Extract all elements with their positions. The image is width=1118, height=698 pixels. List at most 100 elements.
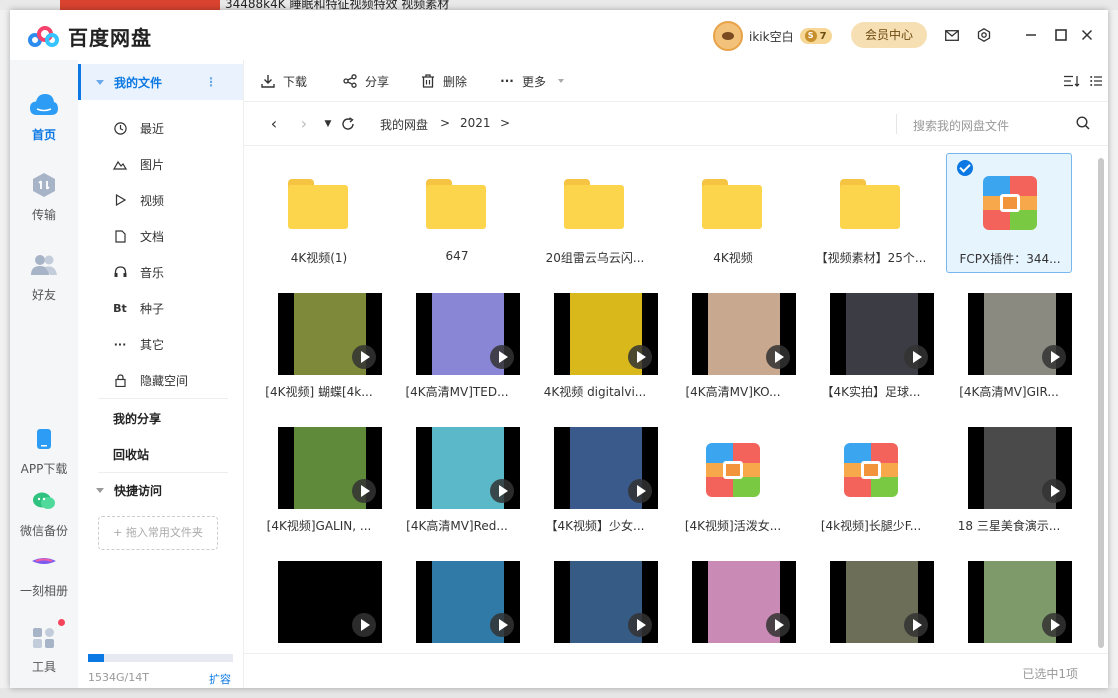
file-item[interactable]: [4K高清MV]Red... — [394, 421, 520, 541]
delete-button[interactable]: 删除 — [420, 60, 467, 102]
file-item[interactable]: 超级电视风光演... — [532, 555, 658, 653]
search-icon[interactable] — [1076, 116, 1092, 132]
file-item[interactable]: 【视频素材】25个... — [808, 153, 934, 273]
play-icon[interactable] — [628, 345, 652, 369]
file-item[interactable]: [4k视频]长腿少F... — [808, 421, 934, 541]
file-item[interactable]: 色彩视觉冲击... — [670, 555, 796, 653]
sidebar-item-documents[interactable]: 文档 — [113, 218, 243, 254]
nav-friends[interactable]: 好友 — [10, 250, 78, 303]
play-icon[interactable] — [352, 613, 376, 637]
nav-album[interactable]: 一刻相册 — [10, 546, 78, 599]
search-box[interactable]: 搜索我的网盘文件 — [896, 114, 1102, 134]
file-item[interactable]: LG 4K HDR 演示... — [808, 555, 934, 653]
play-icon[interactable] — [352, 479, 376, 503]
sidebar-item-videos[interactable]: 视频 — [113, 182, 243, 218]
forward-arrow-icon[interactable]: › — [296, 114, 312, 134]
file-item[interactable]: 【4K视频】少女... — [532, 421, 658, 541]
expand-storage-link[interactable]: 扩容 — [209, 671, 231, 687]
file-item[interactable]: [4K视频] 蝴蝶[4k... — [256, 287, 382, 407]
sidebar-my-share[interactable]: 我的分享 — [113, 410, 161, 427]
play-icon[interactable] — [1042, 613, 1066, 637]
file-name: 4K视频 — [713, 251, 753, 265]
sort-button[interactable] — [1064, 60, 1087, 102]
nav-app-download[interactable]: APP下载 — [10, 424, 78, 477]
file-item[interactable]: [4K高清MV]TED... — [394, 287, 520, 407]
back-arrow-icon[interactable]: ‹ — [266, 114, 282, 134]
nav-transfer[interactable]: 传输 — [10, 170, 78, 223]
file-name: [4K高清MV]KO... — [685, 385, 781, 399]
sidebar-item-hidden-space[interactable]: 隐藏空间 — [113, 362, 243, 398]
file-item[interactable]: [4K视频]GALIN, ... — [256, 421, 382, 541]
play-icon[interactable] — [766, 613, 790, 637]
collapse-arrow-icon[interactable] — [96, 79, 104, 85]
play-icon[interactable] — [490, 345, 514, 369]
play-icon[interactable] — [1042, 479, 1066, 503]
history-dropdown-icon[interactable]: ▼ — [320, 114, 336, 134]
search-input[interactable]: 搜索我的网盘文件 — [913, 117, 1009, 134]
gear-icon[interactable] — [974, 25, 994, 45]
video-thumbnail — [830, 293, 934, 375]
sidebar-item-other[interactable]: ··· 其它 — [113, 326, 243, 362]
drop-folder-zone[interactable]: + 拖入常用文件夹 — [98, 516, 218, 550]
file-item[interactable]: 4K视频(1) — [256, 153, 382, 273]
video-thumbnail — [968, 293, 1072, 375]
play-icon[interactable] — [766, 345, 790, 369]
file-item[interactable]: [4K高清MV]GIR... — [946, 287, 1072, 407]
vip-badge[interactable]: S 7 — [799, 28, 832, 44]
file-item[interactable]: 4K 60帧 风景视... — [394, 555, 520, 653]
sidebar-item-images[interactable]: 图片 — [113, 146, 243, 182]
nav-tools[interactable]: 工具 — [10, 619, 78, 675]
file-item[interactable]: 18 三星美食演示... — [946, 421, 1072, 541]
nav-home[interactable]: 首页 — [10, 90, 78, 143]
sidebar-quick-access[interactable]: 快捷访问 — [96, 482, 162, 499]
breadcrumb-folder[interactable]: 2021 — [460, 116, 491, 130]
play-icon[interactable] — [628, 479, 652, 503]
sidebar-item-music[interactable]: 音乐 — [113, 254, 243, 290]
breadcrumb-root[interactable]: 我的网盘 — [380, 116, 428, 133]
minimize-icon[interactable] — [1021, 25, 1041, 45]
sidebar-item-label: 隐藏空间 — [140, 373, 189, 388]
user-profile[interactable]: ikik空白 S 7 — [713, 21, 832, 51]
folder-icon — [426, 179, 486, 229]
mail-icon[interactable] — [942, 25, 962, 45]
play-icon[interactable] — [490, 479, 514, 503]
chevron-down-icon — [558, 79, 565, 83]
close-icon[interactable] — [1077, 25, 1097, 45]
nav-transfer-label: 传输 — [31, 208, 56, 222]
file-item[interactable]: [4K视频]活泼女... — [670, 421, 796, 541]
share-button[interactable]: 分享 — [342, 60, 389, 102]
file-item[interactable]: [4K高清MV]KO... — [670, 287, 796, 407]
vip-center-button[interactable]: 会员中心 — [851, 22, 927, 48]
file-item[interactable]: FCPX插件：344... — [946, 153, 1072, 273]
file-item[interactable]: 4K视频 digitalvi... — [532, 287, 658, 407]
refresh-icon[interactable] — [340, 114, 356, 134]
scrollbar[interactable] — [1098, 158, 1104, 648]
more-button[interactable]: ··· 更多 — [499, 60, 565, 102]
collapse-arrow-icon[interactable] — [96, 488, 104, 493]
play-icon[interactable] — [352, 345, 376, 369]
app-window: 百度网盘 ikik空白 S 7 会员中心 首页 传输 好友 APP下载 微信备份… — [10, 10, 1108, 688]
file-item[interactable]: 4k视频 水花溅的... — [256, 555, 382, 653]
file-item[interactable]: 【4K实拍】足球... — [808, 287, 934, 407]
file-item[interactable]: TeamUYR HDR 4... — [946, 555, 1072, 653]
username[interactable]: ikik空白 — [749, 28, 794, 45]
avatar[interactable] — [713, 21, 743, 51]
play-icon[interactable] — [904, 345, 928, 369]
sidebar-my-files[interactable]: 我的文件 ⋮ — [78, 64, 243, 100]
file-item[interactable]: 4K视频 — [670, 153, 796, 273]
play-icon[interactable] — [628, 613, 652, 637]
download-button[interactable]: 下载 — [260, 60, 307, 102]
file-item[interactable]: 647 — [394, 153, 520, 273]
nav-wechat-backup[interactable]: 微信备份 — [10, 486, 78, 539]
sidebar-item-recent[interactable]: 最近 — [113, 110, 243, 146]
maximize-icon[interactable] — [1051, 25, 1071, 45]
more-vertical-icon[interactable]: ⋮ — [205, 75, 217, 89]
list-view-button[interactable] — [1088, 60, 1108, 102]
file-item[interactable]: 20组雷云乌云闪... — [532, 153, 658, 273]
play-icon[interactable] — [904, 613, 928, 637]
checkbox-checked-icon[interactable] — [957, 160, 973, 176]
play-icon[interactable] — [490, 613, 514, 637]
sidebar-item-torrents[interactable]: Bt 种子 — [113, 290, 243, 326]
play-icon[interactable] — [1042, 345, 1066, 369]
sidebar-recycle-bin[interactable]: 回收站 — [113, 446, 149, 463]
